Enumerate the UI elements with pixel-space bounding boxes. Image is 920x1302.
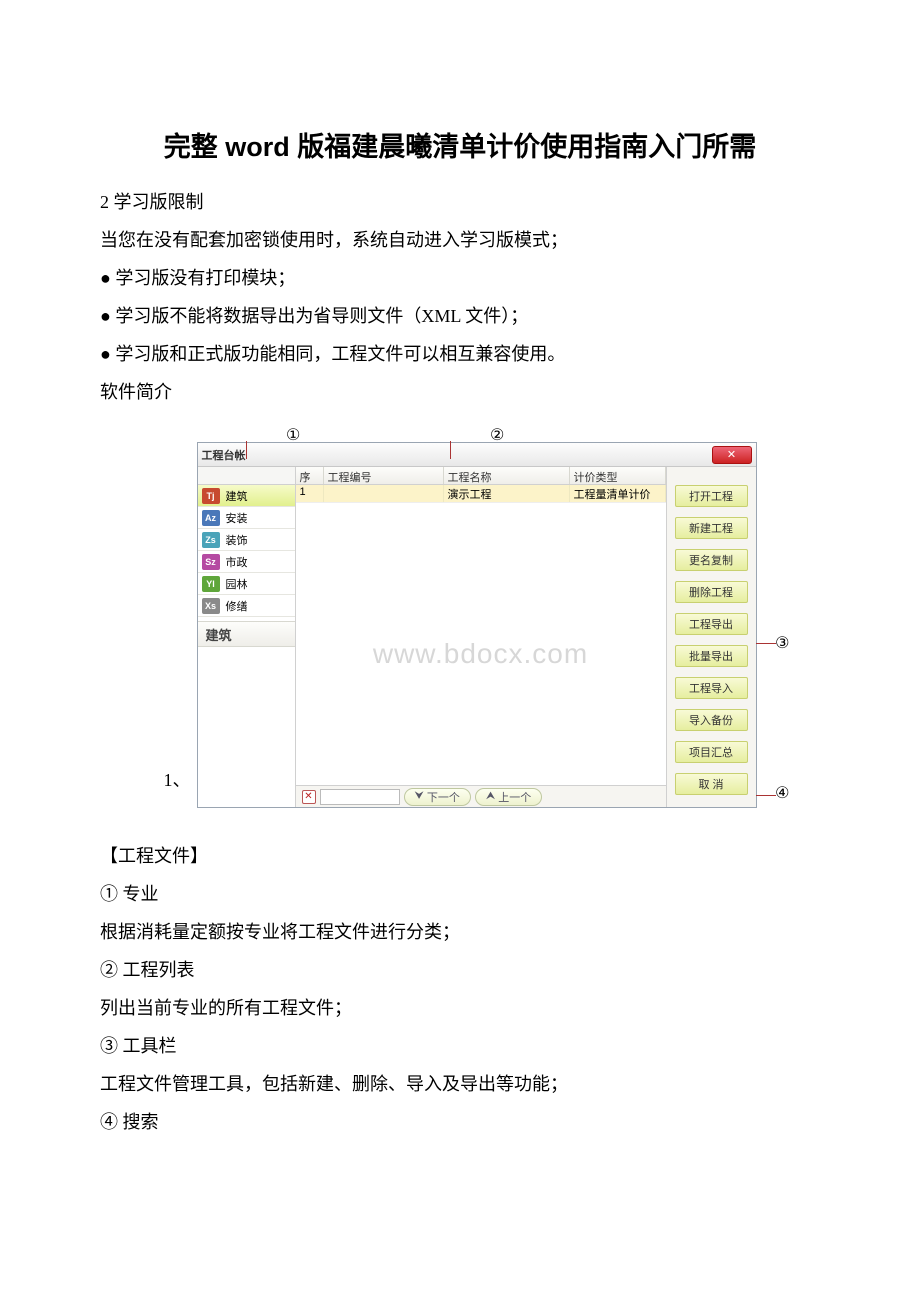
figure-caption: 1、 [164,762,197,808]
marker-4: ④ [775,783,789,803]
th-no: 序号 [296,467,324,484]
toolbar-button-2[interactable]: 更名复制 [675,549,748,571]
cell-no: 1 [296,485,324,502]
cell-type: 工程量清单计价 [570,485,666,502]
sidebar-item-tj[interactable]: Tj 建筑 [198,485,295,507]
marker-3: ③ [775,633,789,653]
s2-head: ② 工程列表 [100,952,820,988]
s4-head: ④ 搜索 [100,1104,820,1140]
category-icon: Tj [202,488,220,504]
s1-body: 根据消耗量定额按专业将工程文件进行分类； [100,914,820,950]
toolbar: 打开工程新建工程更名复制删除工程工程导出批量导出工程导入导入备份项目汇总取 消 [666,467,756,807]
th-name: 工程名称 [444,467,570,484]
intro-p2: 当您在没有配套加密锁使用时，系统自动进入学习版模式； [100,222,820,258]
table-row[interactable]: 1 演示工程 工程量清单计价 [296,485,666,503]
arrow-up-icon: ⮝ [486,790,495,803]
clear-search-icon[interactable]: ✕ [302,790,316,804]
page-title: 完整 word 版福建晨曦清单计价使用指南入门所需 [100,120,820,174]
sidebar-item-xs[interactable]: Xs 修缮 [198,595,295,617]
category-icon: Zs [202,532,220,548]
intro-b3: ● 学习版和正式版功能相同，工程文件可以相互兼容使用。 [100,336,820,372]
category-label: 装饰 [226,532,248,548]
s1-head: ① 专业 [100,876,820,912]
toolbar-button-9[interactable]: 取 消 [675,773,748,795]
category-footer: 建筑 [198,621,295,647]
category-sidebar: Tj 建筑 Az 安装 Zs 装饰 Sz 市政 Yl 园林 Xs 修缮 建筑 [198,467,296,807]
toolbar-button-7[interactable]: 导入备份 [675,709,748,731]
toolbar-button-6[interactable]: 工程导入 [675,677,748,699]
category-icon: Yl [202,576,220,592]
marker-line-1 [246,441,247,459]
figure-block: ① ② 1、 ③ ④ 工程台帐 ✕ Tj 建筑 Az 安装 Zs 装饰 Sz 市政 Yl 园林 Xs… [100,420,820,808]
toolbar-button-0[interactable]: 打开工程 [675,485,748,507]
prev-button[interactable]: ⮝ 上一个 [475,788,542,806]
table-header: 序号 工程编号 工程名称 计价类型 [296,467,666,485]
category-label: 市政 [226,554,248,570]
cell-name: 演示工程 [444,485,570,502]
figure-top-markers: ① ② [180,420,740,442]
close-icon[interactable]: ✕ [712,446,752,464]
s3-body: 工程文件管理工具，包括新建、删除、导入及导出等功能； [100,1066,820,1102]
marker-line-3 [756,643,776,644]
search-footer: ✕ ⮟ 下一个 ⮝ 上一个 [296,785,666,807]
category-icon: Sz [202,554,220,570]
search-input[interactable] [320,789,400,805]
s3-head: ③ 工具栏 [100,1028,820,1064]
window-title: 工程台帐 [202,447,246,463]
intro-p3: 软件简介 [100,374,820,410]
toolbar-button-3[interactable]: 删除工程 [675,581,748,603]
toolbar-button-4[interactable]: 工程导出 [675,613,748,635]
window-titlebar: 工程台帐 ✕ [198,443,756,467]
intro-b1: ● 学习版没有打印模块； [100,260,820,296]
toolbar-button-8[interactable]: 项目汇总 [675,741,748,763]
next-button[interactable]: ⮟ 下一个 [404,788,471,806]
marker-line-2 [450,441,451,459]
sidebar-item-zs[interactable]: Zs 装饰 [198,529,295,551]
marker-line-4 [756,795,776,796]
category-header-blank [198,467,295,485]
category-label: 修缮 [226,598,248,614]
sidebar-item-az[interactable]: Az 安装 [198,507,295,529]
category-label: 建筑 [226,488,248,504]
cell-code [324,485,444,502]
toolbar-button-5[interactable]: 批量导出 [675,645,748,667]
next-label: 下一个 [427,789,460,805]
arrow-down-icon: ⮟ [415,790,424,803]
intro-p1: 2 学习版限制 [100,184,820,220]
section-heading: 【工程文件】 [100,838,820,874]
category-label: 安装 [226,510,248,526]
th-code: 工程编号 [324,467,444,484]
toolbar-button-1[interactable]: 新建工程 [675,517,748,539]
s2-body: 列出当前专业的所有工程文件； [100,990,820,1026]
intro-b2: ● 学习版不能将数据导出为省导则文件（XML 文件）； [100,298,820,334]
prev-label: 上一个 [498,789,531,805]
category-icon: Xs [202,598,220,614]
screenshot-window: ③ ④ 工程台帐 ✕ Tj建筑Az安装Zs装饰Sz市政Yl园林Xs修缮 建筑 序… [197,442,757,808]
category-label: 园林 [226,576,248,592]
th-type: 计价类型 [570,467,666,484]
sidebar-item-sz[interactable]: Sz 市政 [198,551,295,573]
category-icon: Az [202,510,220,526]
sidebar-item-yl[interactable]: Yl 园林 [198,573,295,595]
project-table: 序号 工程编号 工程名称 计价类型 1 演示工程 工程量清单计价 www.bdo… [296,467,666,807]
